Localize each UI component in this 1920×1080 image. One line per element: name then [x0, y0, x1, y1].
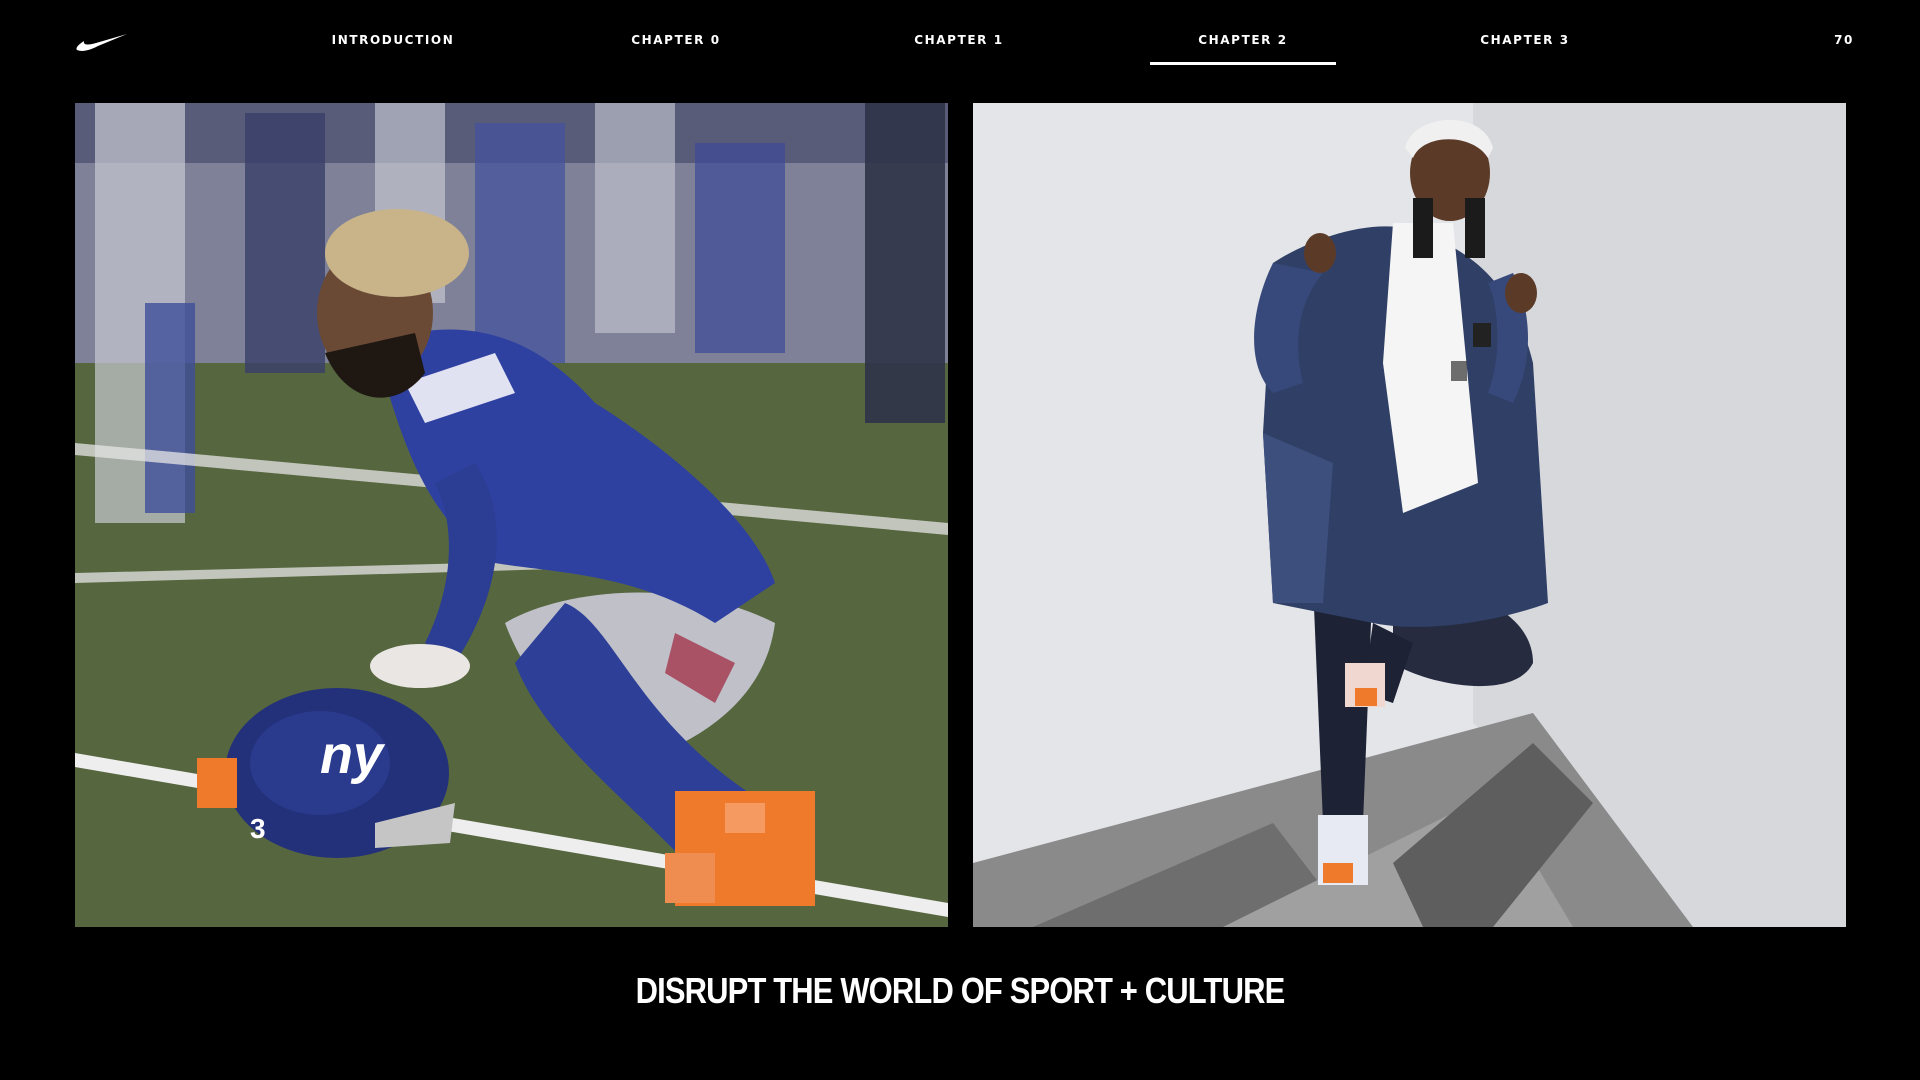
fashion-portrait-photo [973, 103, 1846, 927]
page-number: 70 [1834, 33, 1854, 47]
top-nav: INTRODUCTION CHAPTER 0 CHAPTER 1 CHAPTER… [0, 0, 1920, 66]
football-player-photo: ny 3 [75, 103, 948, 927]
swoosh-icon[interactable] [76, 33, 128, 53]
headline: DISRUPT THE WORLD OF SPORT + CULTURE [635, 970, 1286, 1011]
nav-item-chapter-3[interactable]: CHAPTER 3 [1432, 33, 1618, 51]
nav-item-introduction[interactable]: INTRODUCTION [300, 33, 486, 51]
nav-item-chapter-0[interactable]: CHAPTER 0 [583, 33, 769, 51]
nav-item-chapter-1[interactable]: CHAPTER 1 [866, 33, 1052, 51]
helmet-number: 3 [250, 813, 266, 844]
helmet-logo: ny [320, 725, 386, 785]
nav-item-chapter-2[interactable]: CHAPTER 2 [1150, 33, 1336, 65]
